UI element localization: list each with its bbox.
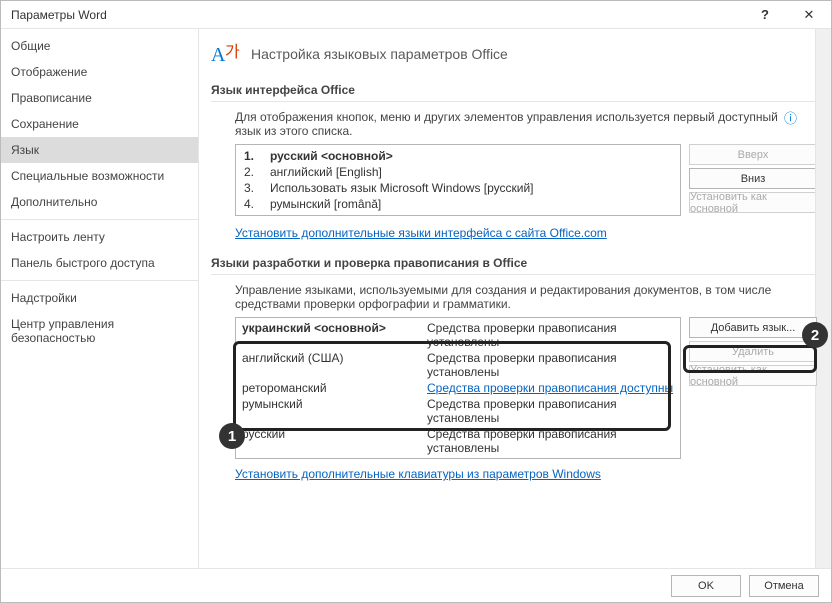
sidebar-item-ribbon[interactable]: Настроить ленту xyxy=(1,224,198,250)
section-authoring-languages: Языки разработки и проверка правописания… xyxy=(211,256,817,275)
ui-language-list[interactable]: 1. русский <основной> 2. английский [Eng… xyxy=(235,144,681,216)
table-row[interactable]: английский (США) Средства проверки право… xyxy=(242,350,674,380)
language-icon: A 가 xyxy=(211,39,241,69)
list-item[interactable]: 1. русский <основной> xyxy=(238,148,678,164)
sidebar: Общие Отображение Правописание Сохранени… xyxy=(1,29,199,569)
ui-language-desc: ⓘ Для отображения кнопок, меню и других … xyxy=(211,110,817,138)
help-button[interactable]: ? xyxy=(743,1,787,29)
table-row[interactable]: румынский Средства проверки правописания… xyxy=(242,396,674,426)
sidebar-item-display[interactable]: Отображение xyxy=(1,59,198,85)
info-icon[interactable]: ⓘ xyxy=(784,108,797,127)
scrollbar[interactable] xyxy=(815,29,831,569)
table-row[interactable]: украинский <основной> Средства проверки … xyxy=(242,320,674,350)
table-row[interactable]: ретороманский Средства проверки правопис… xyxy=(242,380,674,396)
sidebar-separator xyxy=(1,219,198,220)
install-ui-languages-link[interactable]: Установить дополнительные языки интерфей… xyxy=(235,226,607,240)
ok-button[interactable]: OK xyxy=(671,575,741,597)
page-title: Настройка языковых параметров Office xyxy=(251,46,508,62)
sidebar-item-language[interactable]: Язык xyxy=(1,137,198,163)
section-ui-language: Язык интерфейса Office xyxy=(211,83,817,102)
sidebar-item-accessibility[interactable]: Специальные возможности xyxy=(1,163,198,189)
sidebar-item-advanced[interactable]: Дополнительно xyxy=(1,189,198,215)
sidebar-item-trust[interactable]: Центр управления безопасностью xyxy=(1,311,198,351)
dialog-footer: OK Отмена xyxy=(1,568,831,602)
list-item[interactable]: 3. Использовать язык Microsoft Windows [… xyxy=(238,180,678,196)
window-title: Параметры Word xyxy=(11,8,743,22)
svg-text:가: 가 xyxy=(225,43,240,61)
cancel-button[interactable]: Отмена xyxy=(749,575,819,597)
close-button[interactable]: ✕ xyxy=(787,1,831,29)
authoring-desc: Управление языками, используемыми для со… xyxy=(211,283,817,311)
set-default-button[interactable]: Установить как основной xyxy=(689,192,817,213)
list-item[interactable]: 4. румынский [română] xyxy=(238,196,678,212)
authoring-language-list[interactable]: украинский <основной> Средства проверки … xyxy=(235,317,681,459)
svg-text:A: A xyxy=(211,44,226,66)
sidebar-item-qat[interactable]: Панель быстрого доступа xyxy=(1,250,198,276)
proofing-available-link[interactable]: Средства проверки правописания доступны xyxy=(427,381,674,395)
move-down-button[interactable]: Вниз xyxy=(689,168,817,189)
move-up-button[interactable]: Вверх xyxy=(689,144,817,165)
sidebar-item-proofing[interactable]: Правописание xyxy=(1,85,198,111)
sidebar-item-general[interactable]: Общие xyxy=(1,33,198,59)
list-item[interactable]: 2. английский [English] xyxy=(238,164,678,180)
page-header: A 가 Настройка языковых параметров Office xyxy=(211,39,817,69)
table-row[interactable]: русский Средства проверки правописания у… xyxy=(242,426,674,456)
remove-language-button[interactable]: Удалить xyxy=(689,341,817,362)
content-panel: A 가 Настройка языковых параметров Office… xyxy=(199,29,831,569)
main-area: Общие Отображение Правописание Сохранени… xyxy=(1,29,831,569)
sidebar-separator xyxy=(1,280,198,281)
titlebar: Параметры Word ? ✕ xyxy=(1,1,831,29)
sidebar-item-addins[interactable]: Надстройки xyxy=(1,285,198,311)
add-language-button[interactable]: Добавить язык... xyxy=(689,317,817,338)
install-keyboards-link[interactable]: Установить дополнительные клавиатуры из … xyxy=(235,467,601,481)
sidebar-item-save[interactable]: Сохранение xyxy=(1,111,198,137)
set-default-auth-button[interactable]: Установить как основной xyxy=(689,365,817,386)
